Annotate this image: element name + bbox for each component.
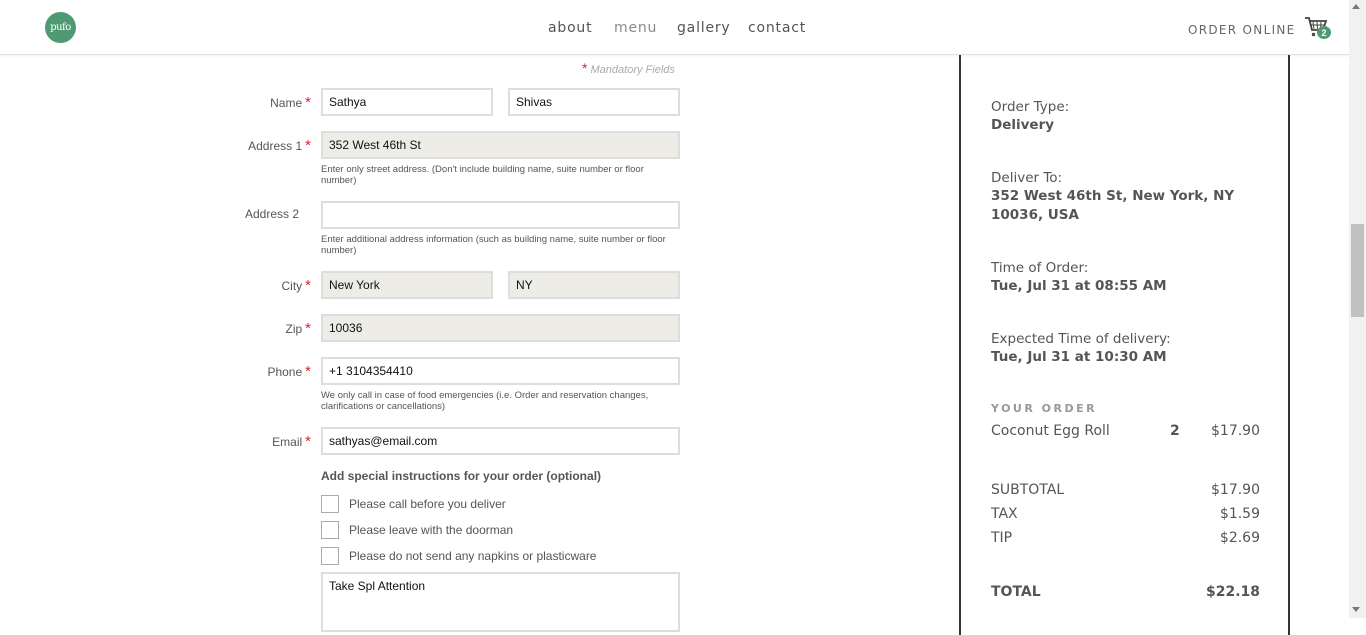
mandatory-note: * Mandatory Fields <box>582 60 675 76</box>
phone-label: Phone * <box>267 363 311 380</box>
nav-about[interactable]: about <box>548 20 592 36</box>
cart-count-badge: 2 <box>1317 26 1331 39</box>
first-name-input[interactable]: Sathya <box>321 88 493 116</box>
tip-label: TIP <box>991 530 1013 546</box>
address2-help: Enter additional address information (su… <box>321 234 666 256</box>
tip-value: $2.69 <box>1219 530 1260 546</box>
checkbox-call-before-label[interactable]: Please call before you deliver <box>349 497 506 511</box>
order-type-value: Delivery <box>991 117 1055 133</box>
order-item-qty: 2 <box>1170 423 1180 439</box>
logo[interactable]: pufo <box>45 12 76 43</box>
checkbox-no-napkins[interactable] <box>321 547 339 565</box>
phone-input[interactable]: +1 3104354410 <box>321 357 680 385</box>
your-order-heading: YOUR ORDER <box>991 402 1098 415</box>
email-label: Email * <box>272 433 311 450</box>
total-label: TOTAL <box>991 584 1041 600</box>
tax-label: TAX <box>991 506 1018 522</box>
subtotal-label: SUBTOTAL <box>991 482 1065 498</box>
name-label: Name * <box>270 94 311 111</box>
nav-menu[interactable]: menu <box>614 20 657 36</box>
deliver-to-label: Deliver To: <box>991 170 1063 186</box>
order-type-label: Order Type: <box>991 99 1070 115</box>
expected-time-label: Expected Time of delivery: <box>991 331 1171 347</box>
address1-input[interactable]: 352 West 46th St <box>321 131 680 159</box>
deliver-to-value: 352 West 46th St, New York, NY 10036, US… <box>991 188 1235 223</box>
order-summary-panel: Order Type: Delivery Deliver To: 352 Wes… <box>959 55 1290 635</box>
address1-help: Enter only street address. (Don't includ… <box>321 164 644 186</box>
order-item-price: $17.90 <box>1211 423 1260 439</box>
phone-help: We only call in case of food emergencies… <box>321 390 649 412</box>
checkbox-doorman[interactable] <box>321 521 339 539</box>
subtotal-value: $17.90 <box>1211 482 1260 498</box>
tax-value: $1.59 <box>1219 506 1260 522</box>
last-name-input[interactable]: Shivas <box>508 88 680 116</box>
scrollbar-thumb[interactable] <box>1351 224 1364 317</box>
city-input[interactable]: New York <box>321 271 493 299</box>
checkbox-no-napkins-label[interactable]: Please do not send any napkins or plasti… <box>349 549 596 563</box>
zip-label: Zip * <box>285 320 311 337</box>
time-of-order-value: Tue, Jul 31 at 08:55 AM <box>991 278 1167 294</box>
state-input[interactable]: NY <box>508 271 680 299</box>
nav-contact[interactable]: contact <box>748 20 806 36</box>
zip-input[interactable]: 10036 <box>321 314 680 342</box>
time-of-order-label: Time of Order: <box>991 260 1089 276</box>
order-online-link[interactable]: ORDER ONLINE <box>1188 23 1296 37</box>
address2-label: Address 2 <box>244 207 299 221</box>
special-instructions-title: Add special instructions for your order … <box>321 469 602 483</box>
order-item-name: Coconut Egg Roll <box>991 423 1110 439</box>
scroll-up-arrow-icon[interactable] <box>1352 4 1360 9</box>
scroll-down-arrow-icon[interactable] <box>1352 607 1360 612</box>
city-label: City * <box>281 277 311 294</box>
email-input[interactable]: sathyas@email.com <box>321 427 680 455</box>
address1-label: Address 1 * <box>248 137 311 154</box>
expected-time-value: Tue, Jul 31 at 10:30 AM <box>991 349 1167 365</box>
nav-gallery[interactable]: gallery <box>677 20 731 36</box>
total-value: $22.18 <box>1205 584 1260 600</box>
special-instructions-textarea[interactable]: Take Spl Attention <box>321 572 680 632</box>
checkbox-doorman-label[interactable]: Please leave with the doorman <box>349 523 513 537</box>
address2-input[interactable] <box>321 201 680 229</box>
checkbox-call-before[interactable] <box>321 495 339 513</box>
site-header: pufo about menu gallery contact ORDER ON… <box>0 0 1349 55</box>
